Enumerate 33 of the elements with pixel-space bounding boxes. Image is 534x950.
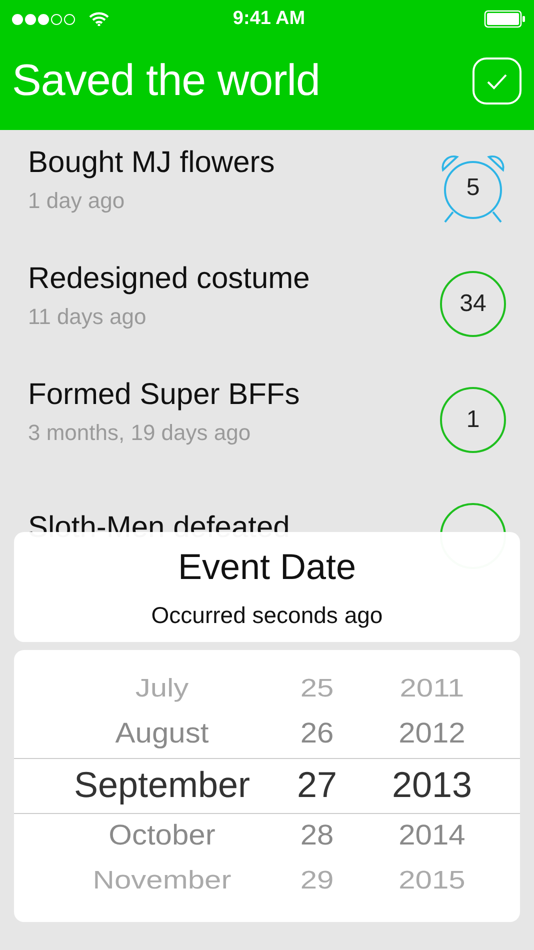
nav-title: Saved the world (12, 56, 320, 106)
picker-item[interactable]: November (92, 863, 232, 899)
picker-item[interactable]: 2014 (398, 813, 466, 859)
event-count: 34 (460, 290, 486, 318)
picker-item[interactable]: August (115, 711, 209, 757)
picker-item[interactable]: 2012 (398, 711, 466, 757)
checkmark-button[interactable] (472, 57, 522, 105)
status-time: 9:41 AM (232, 8, 306, 30)
sheet-subtitle: Occurred seconds ago (151, 602, 383, 628)
picker-item[interactable]: September (74, 758, 250, 812)
picker-item[interactable]: July (135, 671, 189, 707)
battery-icon (484, 10, 526, 28)
picker-item[interactable]: 2013 (392, 758, 472, 812)
picker-item[interactable]: 2015 (398, 863, 466, 899)
event-count: 1 (466, 406, 480, 434)
event-title: Formed Super BFFs (28, 378, 300, 412)
picker-item[interactable]: 28 (300, 813, 334, 859)
sheet-title: Event Date (178, 546, 356, 588)
event-time: 3 months, 19 days ago (28, 420, 252, 446)
event-time: 1 day ago (28, 188, 126, 214)
date-picker-dialog[interactable]: July August September October November 25 26 27 28 29 2011 2012 2013 2014 2015 (14, 650, 520, 922)
picker-item[interactable]: 2011 (400, 671, 464, 707)
event-title: Redesigned costume (28, 262, 310, 296)
event-title: Bought MJ flowers (28, 146, 275, 180)
picker-item[interactable]: 25 (300, 671, 334, 707)
event-title: Sloth-Men defeated (28, 511, 290, 545)
picker-item[interactable]: 27 (296, 758, 338, 812)
event-count: 5 (466, 174, 480, 202)
picker-item[interactable]: October (108, 813, 216, 859)
event-time: 11 days ago (28, 304, 148, 330)
picker-item[interactable]: 29 (300, 863, 334, 899)
picker-item[interactable]: 26 (300, 711, 334, 757)
wifi-icon (89, 12, 109, 26)
